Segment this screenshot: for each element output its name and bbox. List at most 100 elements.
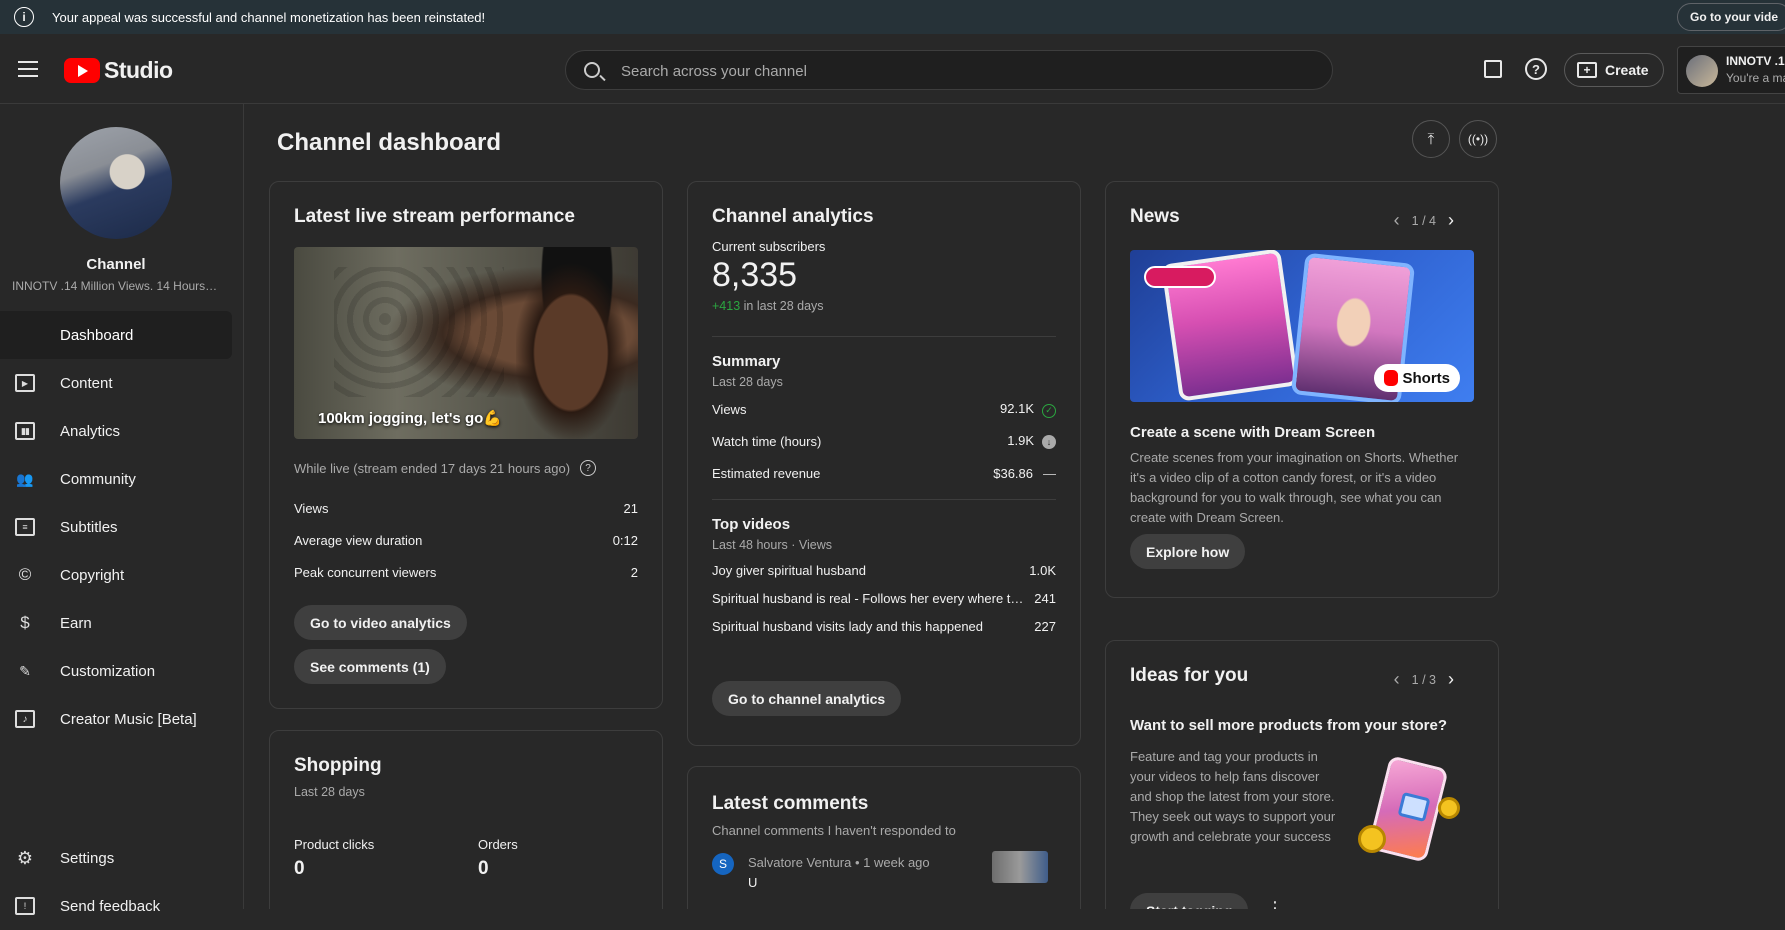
top-bar: Studio ? + Create INNOTV .1 You're a ma (0, 34, 1785, 104)
gear-icon: ⚙ (16, 847, 34, 868)
top-videos-list: Joy giver spiritual husband 1.0K Spiritua… (712, 556, 1056, 640)
subscribers-delta-suffix: in last 28 days (743, 299, 824, 313)
search-bar[interactable] (565, 50, 1333, 90)
live-stream-card: Latest live stream performance 100km jog… (269, 181, 663, 709)
channel-avatar[interactable] (60, 127, 172, 239)
studio-logo[interactable]: Studio (64, 57, 173, 84)
sidebar-item-label: Creator Music [Beta] (60, 710, 197, 728)
pager-count: 1 / 3 (1411, 672, 1436, 687)
start-tagging-button[interactable]: Start tagging (1130, 893, 1249, 909)
go-to-channel-analytics-button[interactable]: Go to channel analytics (712, 681, 902, 716)
shopping-period: Last 28 days (294, 785, 365, 799)
ideas-pager: ‹ 1 / 3 › (1382, 669, 1466, 690)
help-icon[interactable]: ? (1525, 58, 1547, 80)
sidebar-item-label: Settings (60, 849, 115, 867)
divider (712, 336, 1056, 337)
shopping-cart-illustration (1358, 755, 1460, 867)
sidebar-item-creator-music[interactable]: ♪ Creator Music [Beta] (0, 695, 244, 743)
down-arrow-circle-icon: ↓ (1042, 435, 1056, 449)
latest-comments-card: Latest comments Channel comments I haven… (687, 766, 1081, 909)
top-video-title: Spiritual husband is real - Follows her … (712, 590, 1024, 606)
sidebar-item-content[interactable]: ▶ Content (0, 359, 244, 407)
sidebar-item-community[interactable]: 👥 Community (0, 455, 244, 503)
channel-subtitle: INNOTV .14 Million Views. 14 Hours… (12, 279, 218, 293)
ideas-headline: Want to sell more products from your sto… (1130, 717, 1447, 734)
sidebar-item-label: Send feedback (60, 897, 161, 915)
sidebar: Channel INNOTV .14 Million Views. 14 Hou… (0, 104, 244, 915)
chevron-right-icon[interactable]: › (1448, 669, 1454, 690)
summary-value-group: 92.1K ✓ (1000, 401, 1056, 418)
see-comments-button[interactable]: See comments (1) (294, 649, 446, 684)
create-button[interactable]: + Create (1564, 53, 1664, 87)
sidebar-item-copyright[interactable]: © Copyright (0, 551, 244, 599)
stat-label: Average view duration (294, 532, 423, 548)
stat-value: 21 (623, 500, 638, 516)
top-video-views: 241 (1034, 590, 1056, 606)
pager-count: 1 / 4 (1411, 213, 1436, 228)
more-options-icon[interactable]: ⋮ (1266, 898, 1284, 909)
stat-value: 0:12 (612, 532, 638, 548)
youtube-logo-icon (64, 58, 100, 83)
sidebar-item-label: Copyright (60, 566, 125, 584)
top-video-row[interactable]: Joy giver spiritual husband 1.0K (712, 556, 1056, 584)
summary-value-group: 1.9K ↓ (1007, 433, 1056, 449)
sidebar-item-subtitles[interactable]: ≡ Subtitles (0, 503, 244, 551)
stream-thumbnail[interactable]: 100km jogging, let's go💪 (294, 247, 638, 439)
chevron-left-icon[interactable]: ‹ (1394, 210, 1400, 231)
top-video-views: 227 (1034, 618, 1056, 634)
banner-message: Your appeal was successful and channel m… (52, 9, 486, 25)
sidebar-item-dashboard[interactable]: Dashboard (0, 311, 232, 359)
upload-button[interactable]: ⤒ (1412, 120, 1450, 158)
shorts-badge: Shorts (1374, 364, 1460, 392)
news-image[interactable]: Shorts (1130, 250, 1474, 402)
top-videos-title: Top videos (712, 516, 791, 533)
chevron-left-icon[interactable]: ‹ (1394, 669, 1400, 690)
go-to-video-analytics-button[interactable]: Go to video analytics (294, 605, 467, 640)
stat-label: Views (294, 500, 329, 516)
menu-icon[interactable] (18, 61, 38, 77)
comment-video-thumbnail[interactable] (992, 851, 1048, 883)
news-pager: ‹ 1 / 4 › (1382, 210, 1466, 231)
sidebar-item-label: Community (60, 470, 136, 488)
subscribers-delta: +413 (712, 299, 741, 313)
subscribers-count: 8,335 (712, 256, 798, 294)
sidebar-item-label: Customization (60, 662, 156, 680)
sidebar-item-settings[interactable]: ⚙ Settings (0, 834, 244, 882)
comment-meta: Salvatore Ventura • 1 week ago (748, 855, 930, 870)
sidebar-item-analytics[interactable]: ▮▮ Analytics (0, 407, 244, 455)
chevron-right-icon[interactable]: › (1448, 210, 1454, 231)
help-icon[interactable]: ? (580, 460, 597, 476)
news-card: News ‹ 1 / 4 › Shorts Create a scene wit… (1105, 181, 1499, 598)
live-icon: ((•)) (1467, 132, 1489, 146)
account-avatar (1686, 55, 1718, 87)
search-input[interactable] (621, 60, 1301, 82)
dash-icon: — (1043, 465, 1056, 481)
ideas-body: Feature and tag your products in your vi… (1130, 749, 1336, 844)
sidebar-item-label: Analytics (60, 422, 121, 440)
summary-label: Watch time (hours) (712, 433, 822, 449)
summary-label: Views (712, 401, 747, 417)
explore-how-button[interactable]: Explore how (1130, 534, 1246, 569)
top-video-views: 1.0K (1029, 562, 1056, 578)
go-live-button[interactable]: ((•)) (1459, 120, 1497, 158)
stream-status: While live (stream ended 17 days 21 hour… (294, 460, 571, 476)
card-title: Channel analytics (712, 206, 874, 227)
account-name: INNOTV .1 (1726, 54, 1785, 68)
channel-title: Channel (86, 256, 146, 273)
comments-subtitle: Channel comments I haven't responded to (712, 823, 956, 838)
sidebar-item-customization[interactable]: ✎ Customization (0, 647, 244, 695)
sidebar-item-earn[interactable]: $ Earn (0, 599, 244, 647)
logo-text: Studio (104, 57, 173, 83)
subtitles-icon: ≡ (15, 518, 35, 536)
check-circle-icon: ✓ (1042, 403, 1056, 418)
top-video-row[interactable]: Spiritual husband visits lady and this h… (712, 612, 1056, 640)
account-switcher[interactable]: INNOTV .1 You're a ma (1677, 46, 1785, 94)
stat-label: Peak concurrent viewers (294, 564, 437, 580)
info-icon: i (14, 7, 34, 27)
ideas-card: Ideas for you ‹ 1 / 3 › Want to sell mor… (1105, 640, 1499, 909)
feedback-icon[interactable] (1484, 60, 1502, 78)
stat-row: Views 21 (294, 492, 638, 524)
sidebar-item-feedback[interactable]: ! Send feedback (0, 882, 244, 930)
go-to-video-button[interactable]: Go to your vide (1676, 3, 1785, 31)
top-video-row[interactable]: Spiritual husband is real - Follows her … (712, 584, 1056, 612)
